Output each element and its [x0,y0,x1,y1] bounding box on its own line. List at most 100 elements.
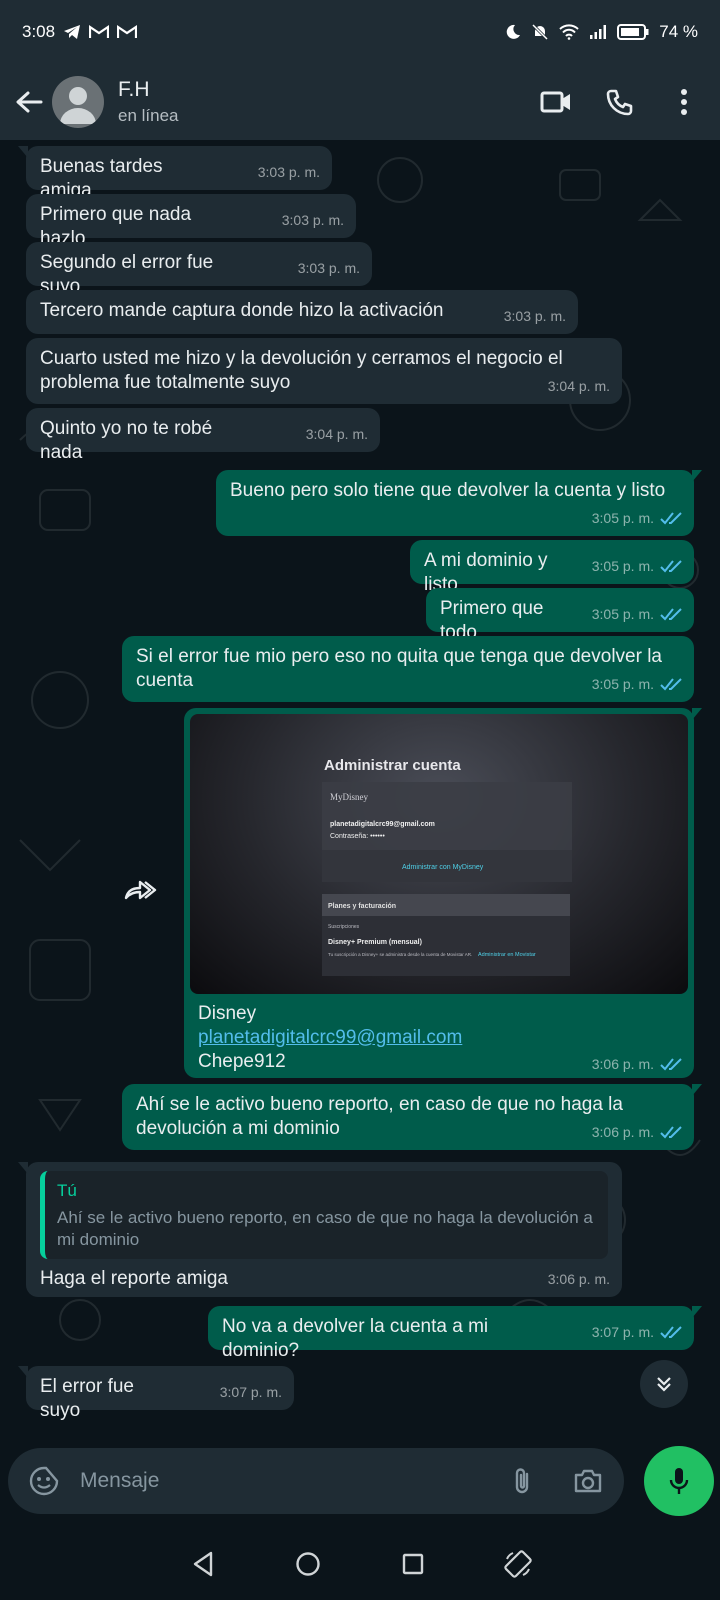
contact-name: F.H [118,78,150,101]
email-link[interactable]: planetadigitalcrc99@gmail.com [198,1026,680,1050]
battery-icon [617,23,649,41]
back-arrow-icon [16,91,43,113]
message-meta: 3:05 p. m. [592,554,682,578]
incoming-message[interactable]: Primero que nada hazlo 3:03 p. m. [26,194,356,249]
message-time: 3:07 p. m. [219,1384,282,1400]
read-ticks-icon [660,1125,682,1139]
media-message[interactable]: Administrar cuenta MyDisney planetadigit… [184,708,702,1078]
message-input[interactable] [80,1469,502,1493]
contact-status: en línea [118,106,179,125]
rotate-screen-button[interactable] [494,1540,542,1588]
message-meta: 3:06 p. m. [592,1056,682,1072]
message-text: Tercero mande captura donde hizo la acti… [40,300,444,321]
message-meta: 3:06 p. m. [592,1120,682,1144]
incoming-message[interactable]: Segundo el error fue suyo 3:03 p. m. [26,242,372,297]
message-meta: 3:03 p. m. [298,256,360,280]
incoming-message[interactable]: Buenas tardes amiga 3:03 p. m. [18,146,332,201]
message-meta: 3:07 p. m. [592,1320,682,1344]
forward-button[interactable] [120,875,160,905]
message-text: Haga el reporte amiga [40,1268,228,1289]
photo-of-disney-account-screen[interactable]: Administrar cuenta MyDisney planetadigit… [190,714,688,994]
battery-level: 74 % [659,22,698,41]
attach-button[interactable] [502,1461,542,1501]
quote-text: Ahí se le activo bueno reporto, en caso … [57,1208,593,1249]
message-meta: 3:03 p. m. [504,304,566,328]
emoji-sticker-button[interactable] [24,1461,64,1501]
svg-text:Disney+ Premium (mensual): Disney+ Premium (mensual) [328,939,422,946]
message-meta: 3:05 p. m. [592,602,682,626]
read-ticks-icon [660,1057,682,1071]
message-meta: 3:05 p. m. [592,672,682,696]
triangle-back-icon [193,1551,212,1577]
voice-message-button[interactable] [644,1446,714,1516]
contact-info[interactable]: F.H en línea [118,78,179,126]
caption-line: Disney [198,1003,257,1024]
message-time: 3:06 p. m. [591,1056,654,1072]
kebab-menu-icon [681,89,687,115]
chat-area[interactable]: Buenas tardes amiga 3:03 p. m. Primero que… [0,140,720,1440]
double-chevron-down-icon [657,1377,671,1392]
chat-header: F.H en línea [0,64,720,140]
message-time: 3:05 p. m. [591,558,654,574]
read-ticks-icon [660,559,682,573]
rotate-icon [503,1550,532,1578]
circle-home-icon [295,1552,320,1576]
outgoing-message[interactable]: Si el error fue mio pero eso no quita qu… [122,636,694,702]
message-time: 3:05 p. m. [591,676,654,692]
outgoing-message[interactable]: Bueno pero solo tiene que devolver la cu… [216,470,702,536]
nav-recents-button[interactable] [389,1540,437,1588]
voice-call-button[interactable] [600,82,640,122]
paperclip-icon [515,1468,529,1494]
svg-text:MyDisney: MyDisney [330,792,368,802]
status-bar: 3:08 74 % [0,0,720,64]
gmail-icon [117,25,138,39]
message-meta: 3:03 p. m. [258,160,320,184]
outgoing-message[interactable]: A mi dominio y listo 3:05 p. m. [410,540,694,595]
telegram-icon [63,24,81,40]
incoming-message[interactable]: Cuarto usted me hizo y la devolución y c… [26,338,622,404]
back-button[interactable] [6,72,52,132]
signal-icon [589,24,607,40]
photo-title: Administrar cuenta [324,757,461,774]
svg-text:Administrar en Movistar: Administrar en Movistar [478,952,536,958]
svg-text:Contraseña: ••••••: Contraseña: •••••• [330,833,385,840]
gmail-icon [89,25,110,39]
svg-text:Tu suscripción a Disney+ se ad: Tu suscripción a Disney+ se administra d… [328,952,472,957]
svg-text:planetadigitalcrc99@gmail.com: planetadigitalcrc99@gmail.com [330,821,435,828]
message-time: 3:03 p. m. [281,212,344,228]
message-time: 3:03 p. m. [503,308,566,324]
wifi-icon [559,24,579,40]
incoming-message[interactable]: El error fue suyo 3:07 p. m. [18,1366,294,1421]
avatar[interactable] [52,76,104,128]
incoming-message[interactable]: Tercero mande captura donde hizo la acti… [26,290,578,334]
message-time: 3:07 p. m. [591,1324,654,1340]
read-ticks-icon [660,677,682,691]
video-camera-icon [540,91,570,113]
muted-bell-icon [531,23,549,41]
camera-icon [574,1469,602,1493]
outgoing-message[interactable]: Ahí se le activo bueno reporto, en caso … [122,1084,702,1150]
message-time: 3:04 p. m. [305,426,368,442]
read-ticks-icon [660,607,682,621]
square-recents-icon [402,1553,423,1575]
nav-back-button[interactable] [179,1540,227,1588]
message-meta: 3:03 p. m. [282,208,344,232]
nav-home-button[interactable] [284,1540,332,1588]
reply-message[interactable]: Tú Ahí se le activo bueno reporto, en ca… [18,1162,622,1297]
outgoing-message[interactable]: No va a devolver la cuenta a mi dominio?… [208,1306,702,1361]
microphone-icon [669,1468,689,1494]
more-options-button[interactable] [664,82,704,122]
message-composer [8,1448,624,1514]
sticker-emoji-icon [29,1466,59,1496]
incoming-message[interactable]: Quinto yo no te robé nada 3:04 p. m. [26,408,380,463]
scroll-to-bottom-button[interactable] [640,1360,688,1408]
message-time: 3:05 p. m. [591,606,654,622]
video-call-button[interactable] [536,82,576,122]
default-avatar-icon [60,87,96,124]
outgoing-message[interactable]: Primero que todo 3:05 p. m. [426,588,694,643]
camera-button[interactable] [568,1461,608,1501]
message-time: 3:03 p. m. [257,164,320,180]
message-meta: 3:07 p. m. [220,1380,282,1404]
quoted-message[interactable]: Tú Ahí se le activo bueno reporto, en ca… [40,1171,608,1259]
svg-text:Administrar con MyDisney: Administrar con MyDisney [402,864,484,871]
